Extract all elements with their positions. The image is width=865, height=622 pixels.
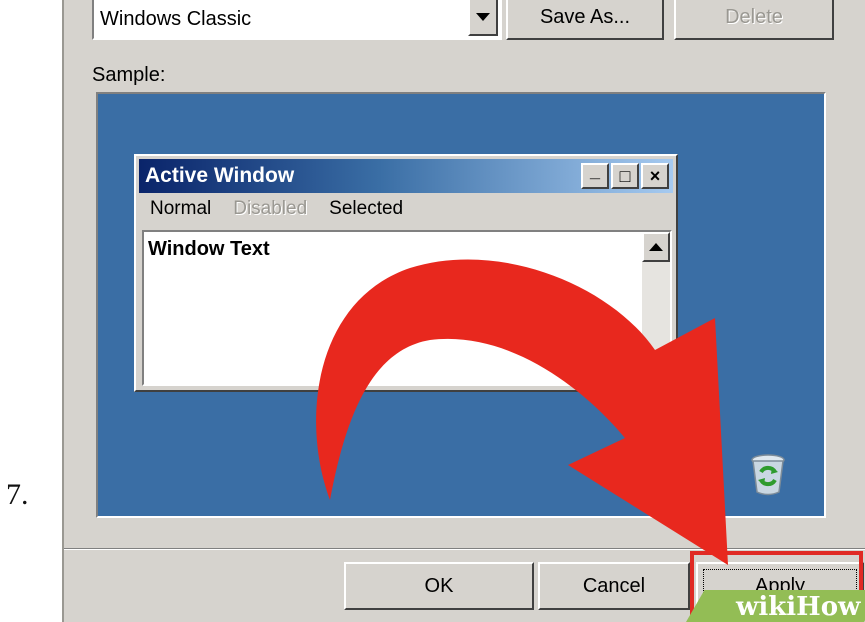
red-arrow-icon [316,259,728,565]
